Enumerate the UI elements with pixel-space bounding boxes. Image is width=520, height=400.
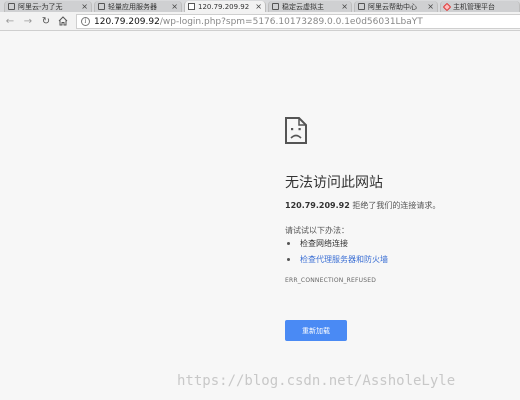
tab-virtual-host[interactable]: 稳定云虚拟主 × [268,1,352,12]
sad-document-icon [285,117,307,144]
tab-label: 主机管理平台 [453,2,495,11]
close-icon[interactable]: × [427,2,434,11]
arrow-left-icon: ← [5,15,15,27]
error-code: ERR_CONNECTION_REFUSED [285,277,377,284]
watermark: https://blog.csdn.net/AssholeLyle [177,373,456,389]
reload-button[interactable]: ↻ [39,13,53,29]
page-favicon-icon [188,3,195,10]
error-title: 无法访问此网站 [285,175,383,191]
error-host: 120.79.209.92 [285,201,350,210]
error-description: 120.79.209.92 拒绝了我们的连接请求。 [285,200,440,211]
aliyun-favicon-icon [98,3,105,10]
back-button[interactable]: ← [3,13,17,29]
url-path: /wp-login.php?spm=5176.10173289.0.0.1e0d… [159,16,423,27]
tab-aliyun[interactable]: 阿里云-为了无 × [4,1,92,12]
tab-label: 阿里云帮助中心 [368,2,417,11]
forward-button[interactable]: → [21,13,35,29]
diamond-favicon-icon [442,2,452,11]
tab-label: 稳定云虚拟主 [282,2,324,11]
address-bar[interactable]: i 120.79.209.92/wp-login.php?spm=5176.10… [76,14,520,29]
browser-toolbar: ← → ↻ i 120.79.209.92/wp-login.php?spm=5… [0,12,520,31]
try-label: 请试试以下办法： [285,226,349,235]
error-page: 无法访问此网站 120.79.209.92 拒绝了我们的连接请求。 请试试以下办… [0,32,520,400]
reload-icon: ↻ [41,15,51,27]
suggestion-check-network: 检查网络连接 [300,239,348,248]
info-icon[interactable]: i [81,17,90,26]
close-icon[interactable]: × [341,2,348,11]
tab-label: 阿里云-为了无 [18,2,63,11]
aliyun-favicon-icon [358,3,365,10]
aliyun-favicon-icon [272,3,279,10]
reload-page-button[interactable]: 重新加载 [285,320,347,341]
close-icon[interactable]: × [255,2,262,11]
close-icon[interactable]: × [171,2,178,11]
tab-current-page[interactable]: 120.79.209.92 × [184,1,266,12]
tab-label: 轻量应用服务器 [108,2,157,11]
tab-lightweight-server[interactable]: 轻量应用服务器 × [94,1,182,12]
home-icon [58,16,68,26]
aliyun-favicon-icon [8,3,15,10]
tab-host-management[interactable]: 主机管理平台 [440,1,520,12]
tab-help-center[interactable]: 阿里云帮助中心 × [354,1,438,12]
arrow-right-icon: → [23,15,33,27]
url-host: 120.79.209.92 [94,16,160,27]
error-message: 拒绝了我们的连接请求。 [349,201,441,210]
close-icon[interactable]: × [81,2,88,11]
tab-label: 120.79.209.92 [198,2,250,11]
bullet-icon [287,258,290,261]
suggestion-check-proxy-link[interactable]: 检查代理服务器和防火墙 [300,254,388,265]
bullet-icon [287,242,290,245]
home-button[interactable] [56,13,70,29]
tab-strip: 阿里云-为了无 × 轻量应用服务器 × 120.79.209.92 × 稳定云虚… [0,0,520,12]
